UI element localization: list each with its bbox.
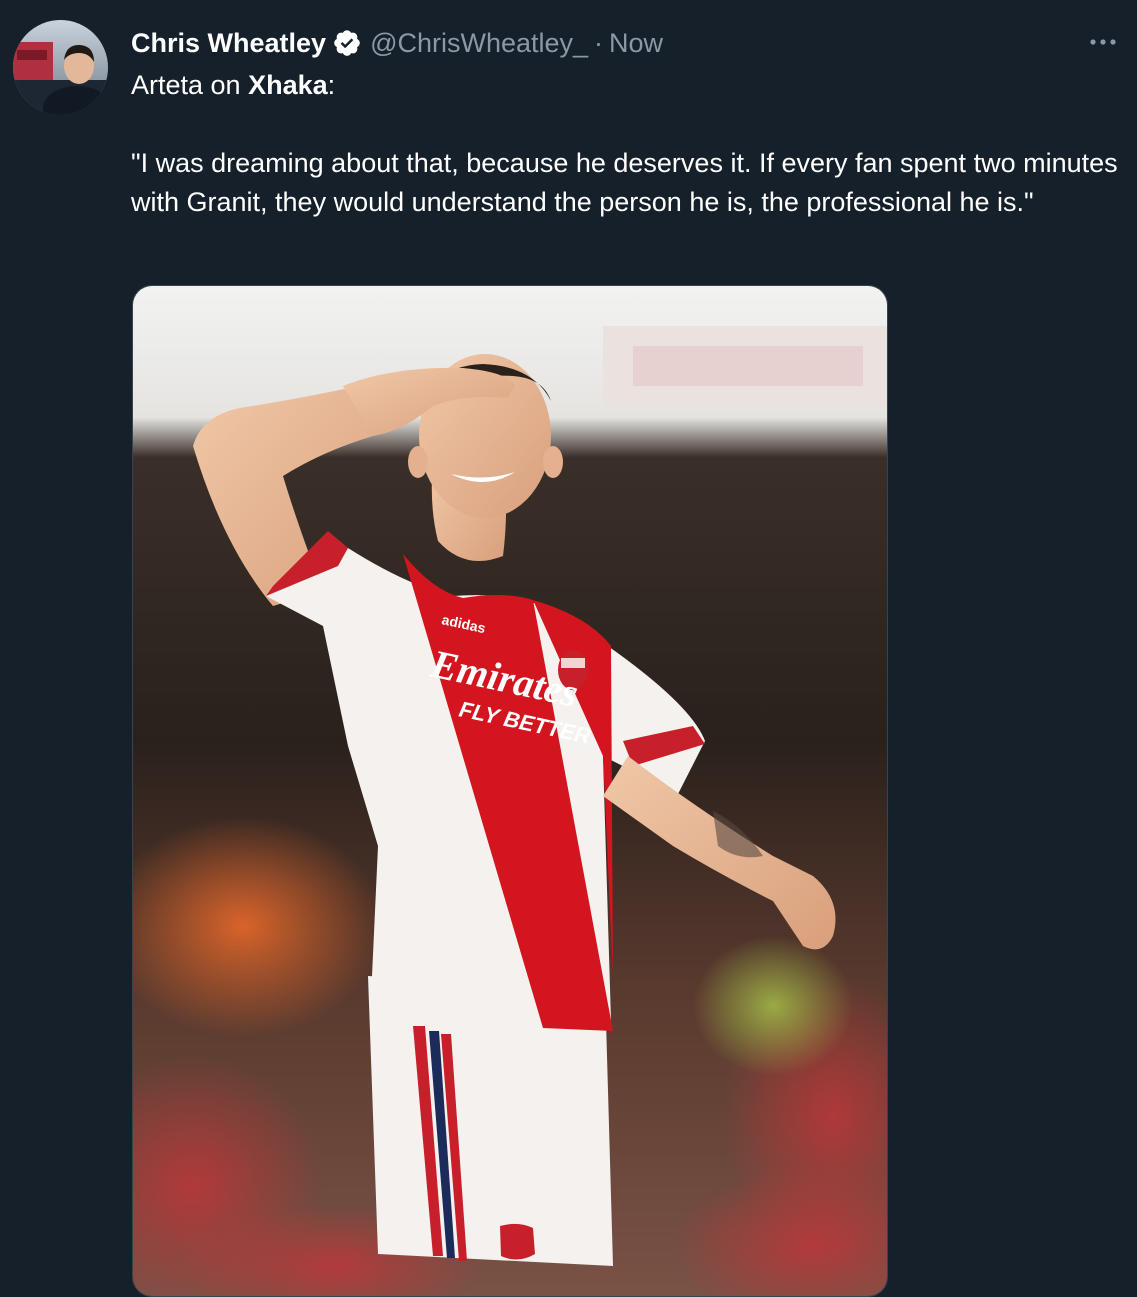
intro-colon: :	[327, 70, 336, 100]
timestamp[interactable]: Now	[609, 24, 663, 62]
intro-text: Arteta on	[131, 70, 249, 100]
verified-badge-icon	[332, 28, 362, 58]
avatar[interactable]	[13, 20, 108, 115]
tweet-media-photo[interactable]: Emirates FLY BETTER adidas	[132, 285, 888, 1297]
tweet-quote: "I was dreaming about that, because he d…	[131, 148, 1118, 217]
author-handle[interactable]: @ChrisWheatley_	[370, 24, 588, 62]
author-name[interactable]: Chris Wheatley	[131, 24, 326, 62]
more-horizontal-icon[interactable]	[1083, 28, 1123, 56]
tweet[interactable]: Chris Wheatley @ChrisWheatley_ · Now Art…	[0, 0, 1137, 1297]
intro-bold-name: Xhaka	[248, 70, 328, 100]
tweet-text-intro: Arteta on Xhaka:	[131, 66, 335, 105]
separator: ·	[594, 28, 604, 58]
tweet-header: Chris Wheatley @ChrisWheatley_ · Now	[131, 24, 1121, 62]
